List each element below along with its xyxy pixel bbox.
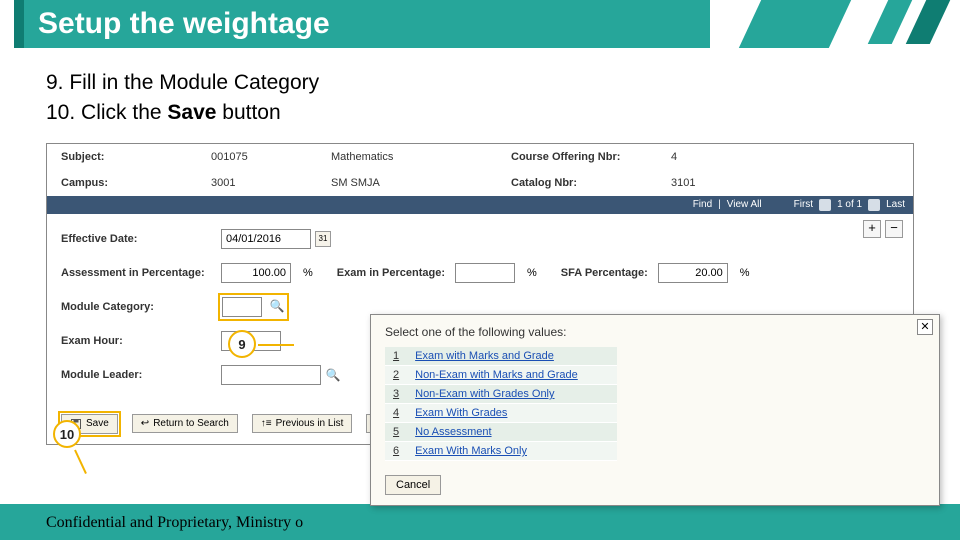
list-item: 4Exam With Grades (385, 404, 617, 423)
module-category-highlight: 🔍 (221, 296, 286, 318)
close-button[interactable]: ✕ (917, 319, 933, 335)
module-category-label: Module Category: (61, 301, 221, 313)
pct-sign: % (740, 267, 750, 279)
list-item: 6Exam With Marks Only (385, 442, 617, 461)
remove-row-button[interactable]: − (885, 220, 903, 238)
option-link[interactable]: No Assessment (407, 423, 617, 442)
cancel-button[interactable]: Cancel (385, 475, 441, 495)
row-count: 1 of 1 (837, 199, 862, 210)
catalog-value: 3101 (671, 177, 711, 189)
next-arrow-icon[interactable] (868, 199, 880, 211)
catalog-label: Catalog Nbr: (511, 177, 671, 189)
first-label: First (794, 199, 813, 210)
module-leader-input[interactable] (221, 365, 321, 385)
lookup-icon[interactable]: 🔍 (325, 367, 341, 383)
exam-hour-label: Exam Hour: (61, 335, 221, 347)
assessment-pct-label: Assessment in Percentage: (61, 267, 221, 279)
pct-sign: % (303, 267, 313, 279)
decor-shape (868, 0, 913, 44)
pct-sign: % (527, 267, 537, 279)
subject-label: Subject: (61, 151, 211, 163)
list-item: 3Non-Exam with Grades Only (385, 385, 617, 404)
find-link[interactable]: Find (693, 199, 712, 210)
prev-arrow-icon[interactable] (819, 199, 831, 211)
sfa-pct-label: SFA Percentage: (561, 267, 648, 279)
callout-10: 10 (53, 420, 81, 448)
callout-connector (74, 450, 87, 474)
return-to-search-button[interactable]: ↩ Return to Search (132, 414, 238, 433)
last-label: Last (886, 199, 905, 210)
sfa-pct-input[interactable] (658, 263, 728, 283)
callout-9: 9 (228, 330, 256, 358)
back-icon: ↩ (141, 418, 149, 429)
decor-shape (906, 0, 951, 44)
course-offering-value: 4 (671, 151, 711, 163)
subject-code: 001075 (211, 151, 331, 163)
step-9: 9. Fill in the Module Category (46, 68, 960, 98)
option-link[interactable]: Exam With Grades (407, 404, 617, 423)
row-actions: + − (863, 220, 903, 238)
course-offering-label: Course Offering Nbr: (511, 151, 671, 163)
module-leader-label: Module Leader: (61, 369, 221, 381)
effective-date-label: Effective Date: (61, 233, 221, 245)
header-rows: Subject: 001075 Mathematics Course Offer… (47, 144, 913, 196)
lookup-icon[interactable]: 🔍 (269, 298, 285, 314)
step-10: 10. Click the Save button (46, 98, 960, 128)
lookup-popup: ✕ Select one of the following values: 1E… (370, 314, 940, 506)
callout-connector (258, 344, 294, 346)
campus-name: SM SMJA (331, 177, 511, 189)
campus-code: 3001 (211, 177, 331, 189)
calendar-icon[interactable]: 31 (315, 231, 331, 247)
title-bar: Setup the weightage (0, 0, 960, 54)
subject-name: Mathematics (331, 151, 511, 163)
page-title: Setup the weightage (14, 0, 710, 48)
options-table: 1Exam with Marks and Grade 2Non-Exam wit… (385, 347, 617, 461)
option-link[interactable]: Exam with Marks and Grade (407, 347, 617, 366)
option-link[interactable]: Exam With Marks Only (407, 442, 617, 461)
assessment-pct-input[interactable] (221, 263, 291, 283)
effective-date-input[interactable] (221, 229, 311, 249)
exam-pct-label: Exam in Percentage: (337, 267, 445, 279)
grid-navbar: Find | View All First 1 of 1 Last (47, 196, 913, 214)
campus-label: Campus: (61, 177, 211, 189)
instructions: 9. Fill in the Module Category 10. Click… (0, 54, 960, 139)
add-row-button[interactable]: + (863, 220, 881, 238)
module-category-input[interactable] (222, 297, 262, 317)
exam-pct-input[interactable] (455, 263, 515, 283)
footer-text: Confidential and Proprietary, Ministry o (46, 514, 303, 532)
previous-in-list-button[interactable]: ↑≡ Previous in List (252, 414, 353, 433)
list-item: 2Non-Exam with Marks and Grade (385, 366, 617, 385)
option-link[interactable]: Non-Exam with Marks and Grade (407, 366, 617, 385)
list-item: 5No Assessment (385, 423, 617, 442)
option-link[interactable]: Non-Exam with Grades Only (407, 385, 617, 404)
action-buttons: Save ↩ Return to Search ↑≡ Previous in L… (61, 414, 412, 434)
popup-hint: Select one of the following values: (371, 315, 939, 347)
view-all-link[interactable]: View All (727, 199, 762, 210)
prev-icon: ↑≡ (261, 418, 272, 429)
decor-shape (739, 0, 851, 48)
list-item: 1Exam with Marks and Grade (385, 347, 617, 366)
